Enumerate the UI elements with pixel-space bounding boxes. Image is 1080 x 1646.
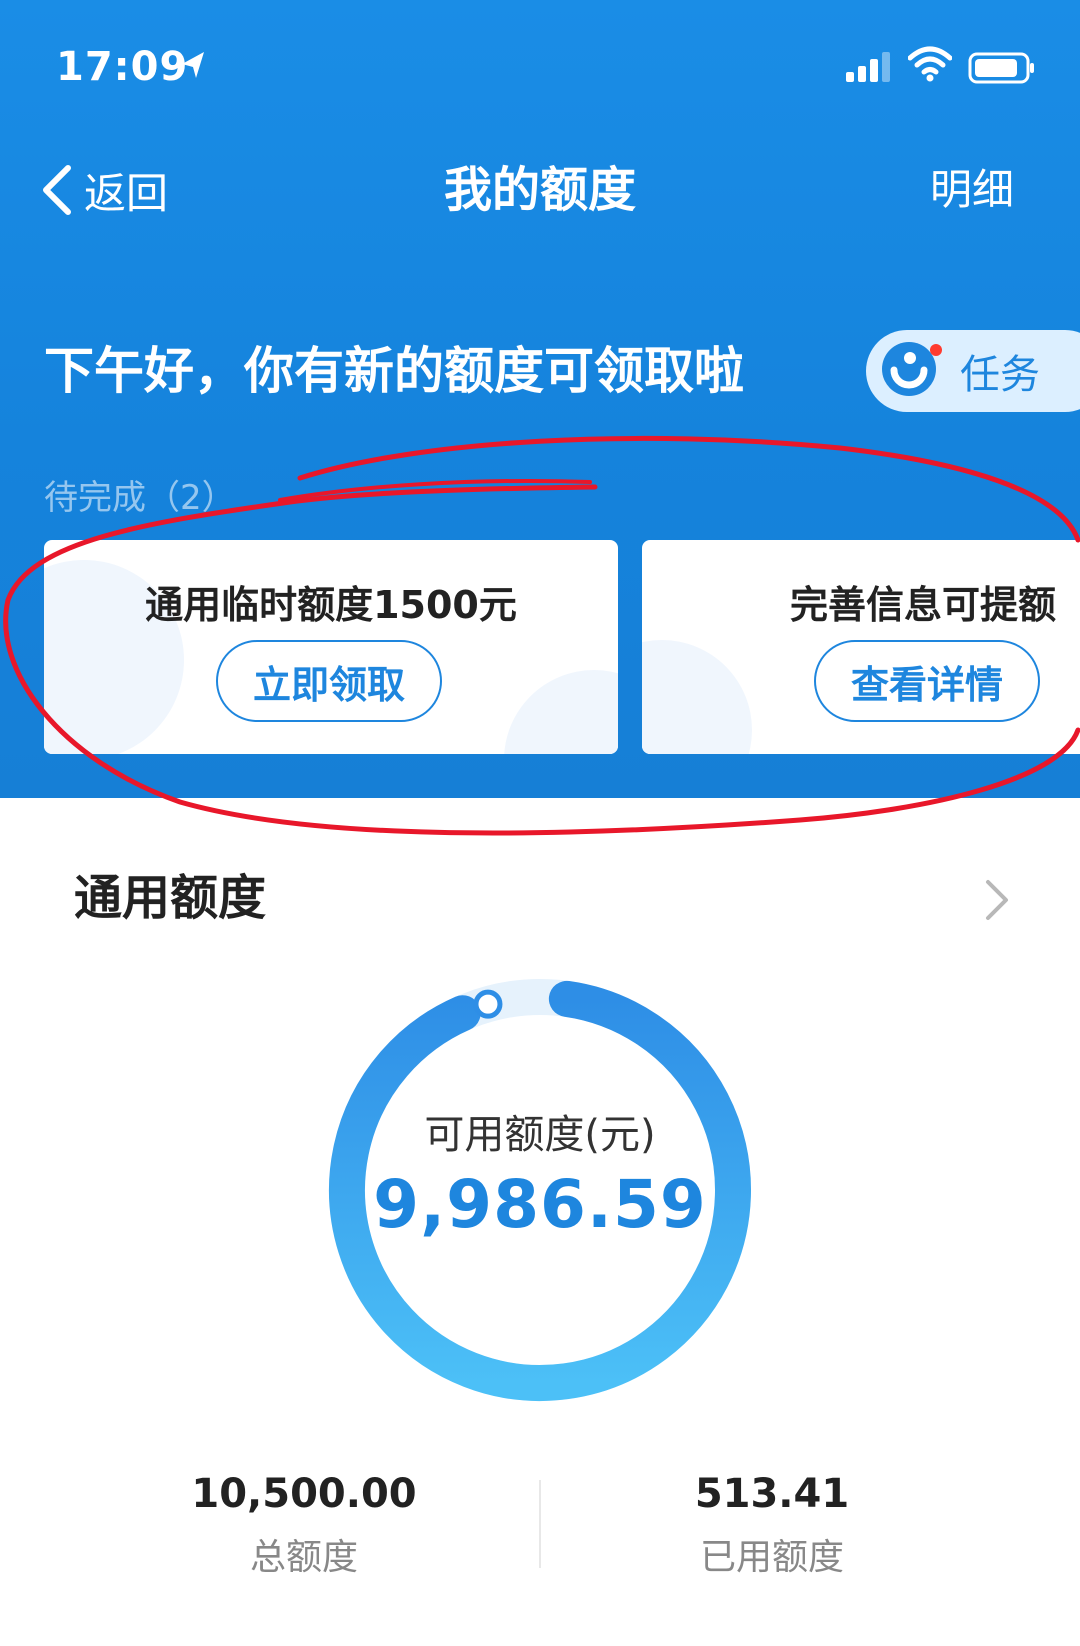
available-quota-label: 可用额度(元) [424,1112,656,1158]
chevron-right-icon[interactable] [984,878,1010,922]
card-title: 通用临时额度1500元 [145,583,517,627]
page-title: 我的额度 [443,162,636,218]
used-quota-label: 已用额度 [699,1537,844,1578]
card-title: 完善信息可提额 [790,583,1057,627]
claim-now-button[interactable]: 立即领取 [216,640,442,722]
status-time: 17:09 [56,44,189,90]
card-decoration [504,670,618,754]
task-card-complete-info: 完善信息可提额 查看详情 [642,540,1080,754]
task-icon [880,340,942,402]
view-details-button[interactable]: 查看详情 [814,640,1040,722]
available-quota-value: 9,986.59 [373,1166,707,1243]
task-label: 任务 [960,352,1040,398]
notification-dot [930,344,942,356]
section-title: 通用额度 [74,870,267,926]
location-arrow-icon [182,52,204,78]
ring-knob [473,989,503,1019]
card-decoration [642,640,752,754]
total-quota-value: 10,500.00 [191,1471,417,1517]
total-quota-label: 总额度 [249,1537,358,1578]
wifi-icon [908,46,952,82]
task-card-temporary-quota: 通用临时额度1500元 立即领取 [44,540,618,754]
pending-label: 待完成（2） [44,478,236,518]
signal-icon [846,52,890,82]
stat-divider [539,1480,541,1568]
greeting-text: 下午好，你有新的额度可领取啦 [44,342,744,400]
used-quota-stat: 513.41 已用额度 [572,1466,972,1580]
task-button[interactable]: 任务 [866,330,1080,412]
used-quota-value: 513.41 [694,1471,850,1517]
detail-button[interactable]: 明细 [930,160,1014,220]
battery-icon [968,52,1034,84]
total-quota-stat: 10,500.00 总额度 [104,1466,504,1580]
